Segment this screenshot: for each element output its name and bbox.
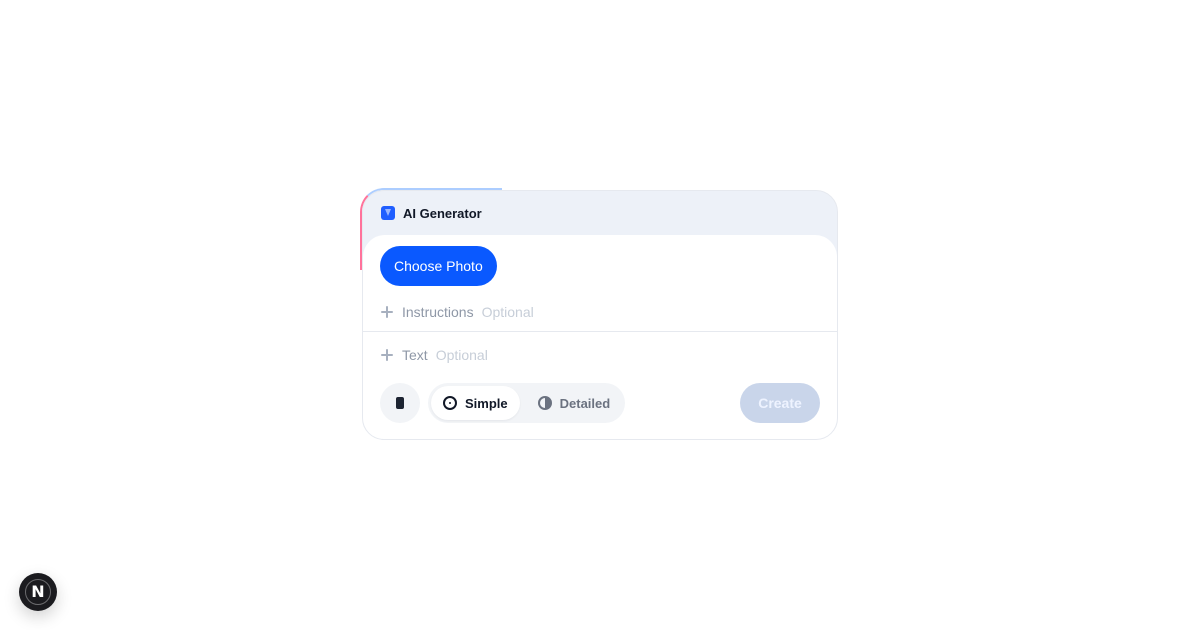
create-button[interactable]: Create [740,383,820,423]
card-body: Choose Photo Instructions Optional Text … [363,235,837,439]
card-footer: Simple Detailed Create [380,383,820,423]
target-icon [443,396,457,410]
page: AI Generator Choose Photo Instructions O… [0,0,1200,630]
plus-icon [380,305,394,319]
mode-simple-label: Simple [465,395,508,411]
mode-detailed-button[interactable]: Detailed [526,386,623,420]
n-logo-icon: N [25,579,51,605]
card-header: AI Generator [363,191,837,235]
ai-generator-card-wrap: AI Generator Choose Photo Instructions O… [360,188,838,440]
half-circle-icon [537,396,552,410]
mode-detailed-label: Detailed [559,395,611,411]
instructions-optional: Optional [481,304,534,320]
text-row[interactable]: Text Optional [380,347,488,363]
options-button[interactable] [380,383,420,423]
divider [363,331,837,332]
card-title: AI Generator [403,205,482,221]
next-badge-button[interactable]: N [19,573,57,611]
choose-photo-button[interactable]: Choose Photo [380,246,497,286]
instructions-label: Instructions [402,304,474,320]
ai-generator-card: AI Generator Choose Photo Instructions O… [362,190,838,440]
text-label: Text [402,347,428,363]
text-optional: Optional [435,347,488,363]
n-logo-letter: N [31,582,45,601]
brand-logo-icon [381,206,395,220]
plus-icon [380,348,394,362]
mode-toggle: Simple Detailed [428,383,626,423]
mode-simple-button[interactable]: Simple [431,386,520,420]
instructions-row[interactable]: Instructions Optional [380,304,534,320]
